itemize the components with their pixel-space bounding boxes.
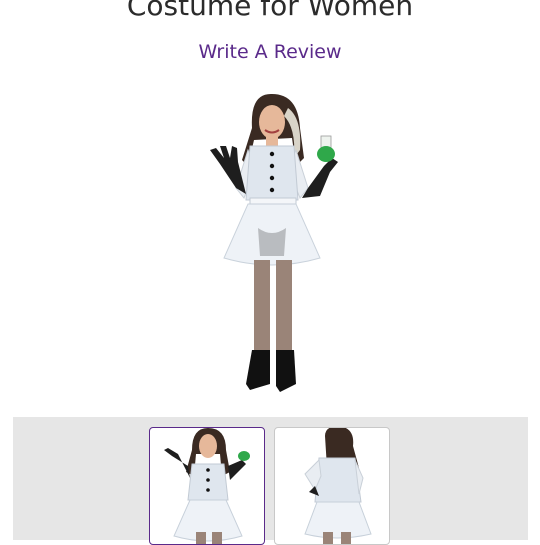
product-title: Costume for Women bbox=[126, 0, 414, 22]
write-review-link[interactable]: Write A Review bbox=[0, 39, 540, 65]
thumbnail-front[interactable] bbox=[149, 427, 265, 545]
costume-back-thumbnail bbox=[304, 428, 372, 544]
thumbnail-strip bbox=[13, 417, 528, 545]
main-product-image[interactable] bbox=[180, 88, 360, 400]
thumbnail-back[interactable] bbox=[274, 427, 390, 545]
costume-front-illustration bbox=[210, 93, 338, 392]
costume-front-thumbnail bbox=[164, 428, 250, 544]
